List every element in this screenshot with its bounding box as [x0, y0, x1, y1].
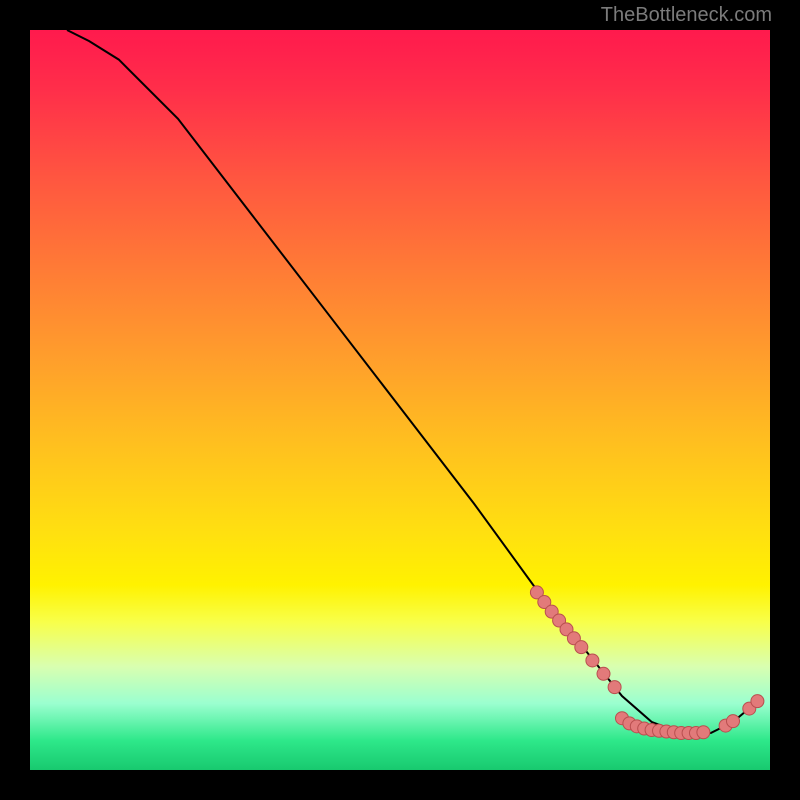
data-point	[697, 726, 710, 739]
data-points	[530, 586, 764, 740]
data-point	[597, 667, 610, 680]
data-point	[586, 654, 599, 667]
chart-overlay	[30, 30, 770, 770]
watermark-text: TheBottleneck.com	[601, 4, 772, 27]
curve-line	[67, 30, 755, 733]
data-point	[575, 641, 588, 654]
curve-path	[67, 30, 755, 733]
data-point	[727, 715, 740, 728]
chart-frame: TheBottleneck.com	[0, 0, 800, 800]
data-point	[608, 681, 621, 694]
data-point	[751, 695, 764, 708]
